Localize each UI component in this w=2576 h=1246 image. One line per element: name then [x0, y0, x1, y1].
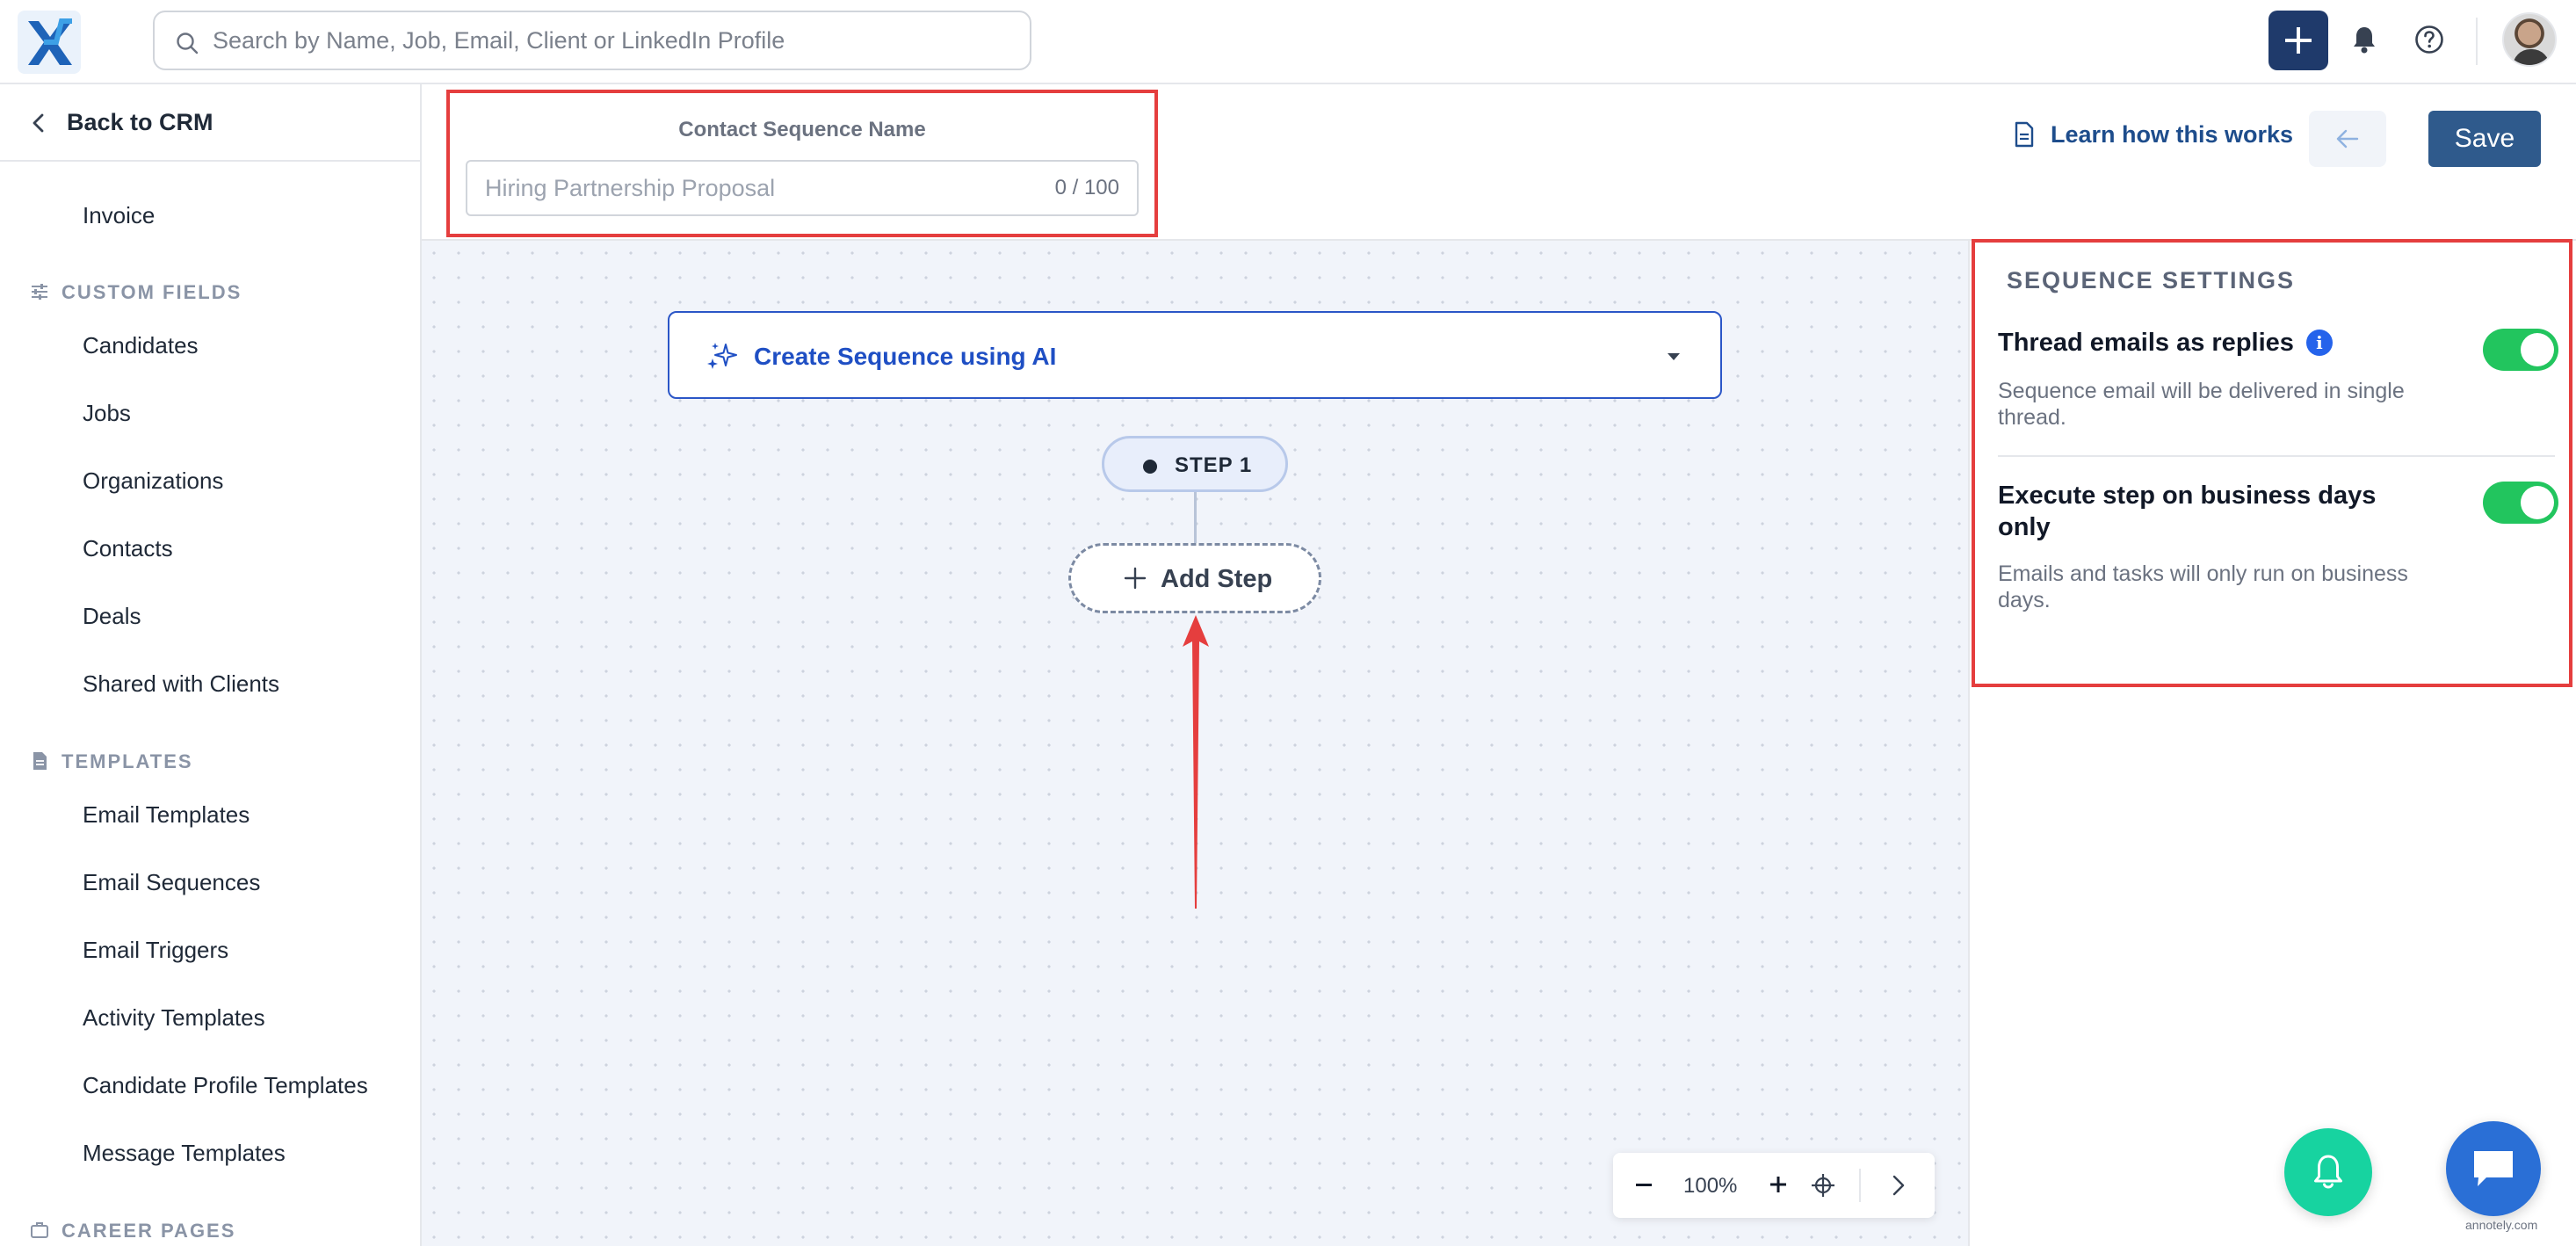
search-input[interactable] — [213, 12, 1003, 69]
thread-replies-label: Thread emails as replies — [1998, 329, 2294, 357]
add-step-button[interactable]: Add Step — [1068, 543, 1321, 613]
recenter-icon[interactable] — [1810, 1172, 1836, 1199]
global-search[interactable] — [153, 11, 1031, 70]
sidebar-item-shared-with-clients[interactable]: Shared with Clients — [83, 670, 279, 698]
arrow-left-icon — [2336, 129, 2359, 149]
sidebar: Back to CRM Invoice CUSTOM FIELDS Candid… — [0, 84, 422, 1246]
app-logo[interactable] — [18, 11, 81, 74]
save-button[interactable]: Save — [2428, 111, 2541, 167]
caret-down-icon — [1668, 353, 1680, 360]
briefcase-icon — [31, 1222, 48, 1238]
thread-replies-toggle[interactable] — [2483, 329, 2558, 371]
sidebar-item-deals[interactable]: Deals — [83, 603, 141, 630]
learn-how-link[interactable]: Learn how this works — [2014, 121, 2293, 149]
add-step-label: Add Step — [1161, 565, 1273, 593]
topbar-divider — [2476, 18, 2478, 65]
sidebar-item-invoice[interactable]: Invoice — [83, 202, 155, 229]
zoom-out-button[interactable] — [1636, 1184, 1652, 1186]
templates-heading: TEMPLATES — [30, 750, 193, 773]
back-to-crm-link[interactable]: Back to CRM — [0, 84, 420, 162]
sidebar-item-activity-templates[interactable]: Activity Templates — [83, 1004, 265, 1032]
sequence-name-field[interactable]: 0 / 100 — [466, 160, 1139, 216]
back-to-crm-label: Back to CRM — [67, 109, 213, 135]
custom-fields-heading-label: CUSTOM FIELDS — [62, 281, 242, 303]
step-connector — [1194, 492, 1197, 543]
step-dot-icon — [1143, 460, 1157, 474]
zoom-in-button[interactable] — [1769, 1176, 1787, 1193]
career-pages-heading-label: CAREER PAGES — [62, 1220, 236, 1242]
notifications-bell-icon[interactable] — [2351, 25, 2377, 54]
chat-support-button[interactable] — [2446, 1121, 2541, 1216]
create-sequence-ai-label: Create Sequence using AI — [754, 343, 1057, 370]
chat-icon — [2474, 1151, 2513, 1186]
chevron-right-icon[interactable] — [1889, 1174, 1907, 1197]
annotation-arrow — [1183, 615, 1209, 909]
sidebar-item-contacts[interactable]: Contacts — [83, 535, 173, 562]
sidebar-item-candidates[interactable]: Candidates — [83, 332, 199, 359]
sequence-name-section: Contact Sequence Name 0 / 100 — [446, 90, 1158, 237]
learn-how-label: Learn how this works — [2051, 121, 2294, 148]
custom-fields-heading: CUSTOM FIELDS — [30, 281, 242, 304]
sidebar-item-jobs[interactable]: Jobs — [83, 400, 131, 427]
business-days-title: Execute step on business days only — [1998, 482, 2377, 541]
info-icon[interactable]: i — [2305, 330, 2333, 356]
sidebar-item-candidate-profile-templates[interactable]: Candidate Profile Templates — [83, 1072, 368, 1099]
sidebar-item-email-triggers[interactable]: Email Triggers — [83, 937, 228, 964]
sidebar-item-email-sequences[interactable]: Email Sequences — [83, 869, 260, 896]
step-1-node[interactable]: STEP 1 — [1102, 436, 1288, 492]
business-days-description: Emails and tasks will only run on busine… — [1998, 561, 2408, 612]
create-sequence-ai-dropdown[interactable]: Create Sequence using AI — [668, 311, 1722, 399]
document-icon — [33, 752, 47, 770]
step-1-label: STEP 1 — [1175, 453, 1253, 477]
sequence-name-input[interactable] — [485, 162, 1012, 214]
sparkles-icon — [707, 343, 737, 369]
career-pages-heading: CAREER PAGES — [30, 1220, 235, 1242]
thread-replies-title: Thread emails as replies i — [1998, 327, 2411, 359]
sidebar-item-message-templates[interactable]: Message Templates — [83, 1140, 286, 1167]
sequence-name-label: Contact Sequence Name — [678, 118, 926, 141]
business-days-toggle[interactable] — [2483, 482, 2558, 524]
floating-notifications-button[interactable] — [2284, 1128, 2372, 1216]
sidebar-item-organizations[interactable]: Organizations — [83, 467, 223, 495]
bell-icon — [2314, 1155, 2342, 1189]
thread-replies-description: Sequence email will be delivered in sing… — [1998, 379, 2405, 430]
top-bar — [0, 0, 2576, 84]
plus-icon — [1124, 567, 1147, 590]
settings-divider — [1998, 455, 2555, 457]
chevron-left-icon — [33, 113, 44, 133]
user-avatar[interactable] — [2502, 12, 2557, 67]
watermark: annotely.com — [2465, 1218, 2538, 1232]
sequence-settings-section: SEQUENCE SETTINGS Thread emails as repli… — [1972, 239, 2572, 687]
search-icon — [177, 33, 199, 54]
char-counter: 0 / 100 — [1054, 176, 1119, 199]
zoom-level: 100% — [1683, 1174, 1738, 1198]
back-arrow-button[interactable] — [2309, 111, 2386, 167]
sequence-settings-title: SEQUENCE SETTINGS — [2007, 267, 2296, 293]
sidebar-item-email-templates[interactable]: Email Templates — [83, 801, 250, 829]
create-new-button[interactable] — [2268, 11, 2328, 70]
document-icon — [2015, 121, 2034, 148]
zoom-divider — [1859, 1169, 1861, 1202]
zoom-controls: 100% — [1613, 1153, 1935, 1218]
templates-heading-label: TEMPLATES — [62, 750, 193, 772]
sliders-icon — [32, 284, 47, 300]
help-icon[interactable] — [2414, 25, 2444, 54]
